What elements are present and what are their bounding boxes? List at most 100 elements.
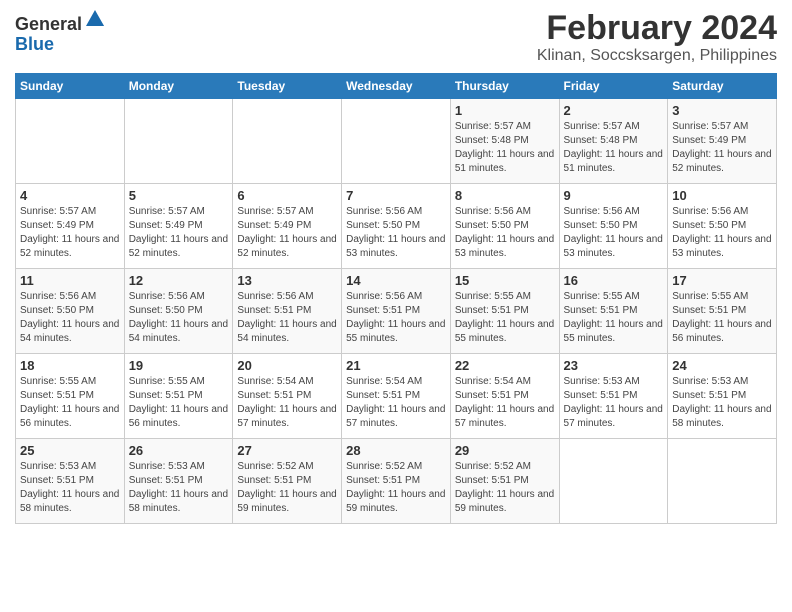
- day-number: 23: [564, 358, 664, 373]
- day-info: Sunrise: 5:53 AMSunset: 5:51 PMDaylight:…: [564, 376, 663, 429]
- page-header: General Blue February 2024 Klinan, Soccs…: [15, 10, 777, 65]
- calendar-header-row: Sunday Monday Tuesday Wednesday Thursday…: [16, 74, 777, 99]
- table-row: 24 Sunrise: 5:53 AMSunset: 5:51 PMDaylig…: [668, 354, 777, 439]
- table-row: 22 Sunrise: 5:54 AMSunset: 5:51 PMDaylig…: [450, 354, 559, 439]
- location-title: Klinan, Soccsksargen, Philippines: [537, 47, 777, 65]
- day-number: 3: [672, 103, 772, 118]
- table-row: 29 Sunrise: 5:52 AMSunset: 5:51 PMDaylig…: [450, 439, 559, 524]
- day-number: 24: [672, 358, 772, 373]
- table-row: 21 Sunrise: 5:54 AMSunset: 5:51 PMDaylig…: [342, 354, 451, 439]
- table-row: [124, 99, 233, 184]
- col-sunday: Sunday: [16, 74, 125, 99]
- col-saturday: Saturday: [668, 74, 777, 99]
- calendar-week-row: 11 Sunrise: 5:56 AMSunset: 5:50 PMDaylig…: [16, 269, 777, 354]
- month-title: February 2024: [537, 10, 777, 47]
- day-number: 20: [237, 358, 337, 373]
- day-number: 29: [455, 443, 555, 458]
- day-number: 14: [346, 273, 446, 288]
- table-row: 7 Sunrise: 5:56 AMSunset: 5:50 PMDayligh…: [342, 184, 451, 269]
- day-info: Sunrise: 5:57 AMSunset: 5:49 PMDaylight:…: [672, 121, 771, 174]
- table-row: [559, 439, 668, 524]
- table-row: [233, 99, 342, 184]
- calendar-table: Sunday Monday Tuesday Wednesday Thursday…: [15, 73, 777, 524]
- table-row: 5 Sunrise: 5:57 AMSunset: 5:49 PMDayligh…: [124, 184, 233, 269]
- table-row: 17 Sunrise: 5:55 AMSunset: 5:51 PMDaylig…: [668, 269, 777, 354]
- day-number: 8: [455, 188, 555, 203]
- table-row: 26 Sunrise: 5:53 AMSunset: 5:51 PMDaylig…: [124, 439, 233, 524]
- day-number: 9: [564, 188, 664, 203]
- day-info: Sunrise: 5:56 AMSunset: 5:50 PMDaylight:…: [20, 291, 119, 344]
- day-info: Sunrise: 5:53 AMSunset: 5:51 PMDaylight:…: [672, 376, 771, 429]
- day-info: Sunrise: 5:52 AMSunset: 5:51 PMDaylight:…: [237, 461, 336, 514]
- day-info: Sunrise: 5:52 AMSunset: 5:51 PMDaylight:…: [346, 461, 445, 514]
- day-number: 16: [564, 273, 664, 288]
- col-wednesday: Wednesday: [342, 74, 451, 99]
- day-number: 22: [455, 358, 555, 373]
- day-number: 15: [455, 273, 555, 288]
- table-row: 16 Sunrise: 5:55 AMSunset: 5:51 PMDaylig…: [559, 269, 668, 354]
- table-row: 2 Sunrise: 5:57 AMSunset: 5:48 PMDayligh…: [559, 99, 668, 184]
- table-row: 4 Sunrise: 5:57 AMSunset: 5:49 PMDayligh…: [16, 184, 125, 269]
- table-row: 28 Sunrise: 5:52 AMSunset: 5:51 PMDaylig…: [342, 439, 451, 524]
- day-number: 7: [346, 188, 446, 203]
- col-thursday: Thursday: [450, 74, 559, 99]
- table-row: 12 Sunrise: 5:56 AMSunset: 5:50 PMDaylig…: [124, 269, 233, 354]
- logo-general: General: [15, 14, 82, 34]
- day-number: 4: [20, 188, 120, 203]
- day-number: 25: [20, 443, 120, 458]
- day-info: Sunrise: 5:55 AMSunset: 5:51 PMDaylight:…: [20, 376, 119, 429]
- day-number: 11: [20, 273, 120, 288]
- day-number: 2: [564, 103, 664, 118]
- day-info: Sunrise: 5:56 AMSunset: 5:51 PMDaylight:…: [237, 291, 336, 344]
- day-info: Sunrise: 5:57 AMSunset: 5:48 PMDaylight:…: [564, 121, 663, 174]
- table-row: 8 Sunrise: 5:56 AMSunset: 5:50 PMDayligh…: [450, 184, 559, 269]
- logo: General Blue: [15, 15, 106, 55]
- day-info: Sunrise: 5:53 AMSunset: 5:51 PMDaylight:…: [20, 461, 119, 514]
- table-row: 1 Sunrise: 5:57 AMSunset: 5:48 PMDayligh…: [450, 99, 559, 184]
- col-friday: Friday: [559, 74, 668, 99]
- day-info: Sunrise: 5:54 AMSunset: 5:51 PMDaylight:…: [237, 376, 336, 429]
- calendar-week-row: 1 Sunrise: 5:57 AMSunset: 5:48 PMDayligh…: [16, 99, 777, 184]
- day-info: Sunrise: 5:53 AMSunset: 5:51 PMDaylight:…: [129, 461, 228, 514]
- table-row: 13 Sunrise: 5:56 AMSunset: 5:51 PMDaylig…: [233, 269, 342, 354]
- day-number: 19: [129, 358, 229, 373]
- day-info: Sunrise: 5:56 AMSunset: 5:50 PMDaylight:…: [129, 291, 228, 344]
- day-info: Sunrise: 5:55 AMSunset: 5:51 PMDaylight:…: [455, 291, 554, 344]
- logo-icon: [84, 8, 106, 30]
- table-row: 6 Sunrise: 5:57 AMSunset: 5:49 PMDayligh…: [233, 184, 342, 269]
- table-row: 3 Sunrise: 5:57 AMSunset: 5:49 PMDayligh…: [668, 99, 777, 184]
- day-number: 28: [346, 443, 446, 458]
- table-row: 15 Sunrise: 5:55 AMSunset: 5:51 PMDaylig…: [450, 269, 559, 354]
- day-number: 6: [237, 188, 337, 203]
- table-row: [668, 439, 777, 524]
- day-number: 21: [346, 358, 446, 373]
- day-number: 17: [672, 273, 772, 288]
- day-number: 26: [129, 443, 229, 458]
- day-info: Sunrise: 5:56 AMSunset: 5:50 PMDaylight:…: [346, 206, 445, 259]
- day-info: Sunrise: 5:56 AMSunset: 5:50 PMDaylight:…: [672, 206, 771, 259]
- table-row: 25 Sunrise: 5:53 AMSunset: 5:51 PMDaylig…: [16, 439, 125, 524]
- day-info: Sunrise: 5:56 AMSunset: 5:51 PMDaylight:…: [346, 291, 445, 344]
- col-tuesday: Tuesday: [233, 74, 342, 99]
- calendar-week-row: 18 Sunrise: 5:55 AMSunset: 5:51 PMDaylig…: [16, 354, 777, 439]
- day-number: 1: [455, 103, 555, 118]
- day-info: Sunrise: 5:57 AMSunset: 5:48 PMDaylight:…: [455, 121, 554, 174]
- table-row: [342, 99, 451, 184]
- day-info: Sunrise: 5:57 AMSunset: 5:49 PMDaylight:…: [237, 206, 336, 259]
- table-row: 9 Sunrise: 5:56 AMSunset: 5:50 PMDayligh…: [559, 184, 668, 269]
- table-row: 14 Sunrise: 5:56 AMSunset: 5:51 PMDaylig…: [342, 269, 451, 354]
- table-row: 10 Sunrise: 5:56 AMSunset: 5:50 PMDaylig…: [668, 184, 777, 269]
- col-monday: Monday: [124, 74, 233, 99]
- table-row: [16, 99, 125, 184]
- day-number: 13: [237, 273, 337, 288]
- day-info: Sunrise: 5:57 AMSunset: 5:49 PMDaylight:…: [20, 206, 119, 259]
- table-row: 18 Sunrise: 5:55 AMSunset: 5:51 PMDaylig…: [16, 354, 125, 439]
- calendar-week-row: 25 Sunrise: 5:53 AMSunset: 5:51 PMDaylig…: [16, 439, 777, 524]
- day-info: Sunrise: 5:57 AMSunset: 5:49 PMDaylight:…: [129, 206, 228, 259]
- table-row: 11 Sunrise: 5:56 AMSunset: 5:50 PMDaylig…: [16, 269, 125, 354]
- table-row: 23 Sunrise: 5:53 AMSunset: 5:51 PMDaylig…: [559, 354, 668, 439]
- logo-blue: Blue: [15, 34, 54, 54]
- table-row: 27 Sunrise: 5:52 AMSunset: 5:51 PMDaylig…: [233, 439, 342, 524]
- day-number: 12: [129, 273, 229, 288]
- day-number: 18: [20, 358, 120, 373]
